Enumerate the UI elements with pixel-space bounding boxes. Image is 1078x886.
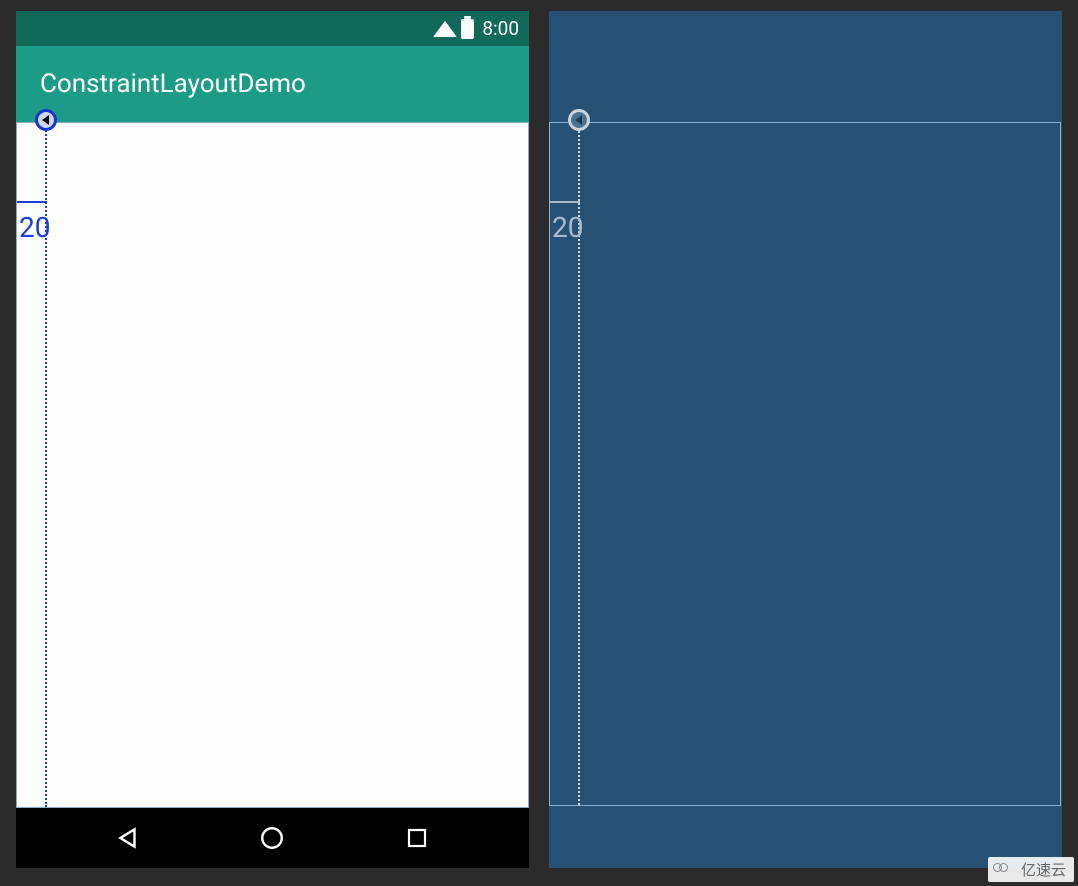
- nav-home-button[interactable]: [252, 818, 292, 858]
- nav-recent-button[interactable]: [397, 818, 437, 858]
- app-title: ConstraintLayoutDemo: [40, 69, 306, 99]
- triangle-left-icon: [41, 114, 51, 126]
- guideline-tick-blueprint: [550, 201, 580, 203]
- wifi-icon: [433, 20, 457, 36]
- guideline-tick: [17, 201, 47, 203]
- constraint-layout-canvas[interactable]: 20: [16, 122, 529, 808]
- square-recent-icon: [405, 826, 429, 850]
- triangle-left-icon: [574, 114, 584, 126]
- guideline-handle[interactable]: [35, 109, 57, 131]
- watermark-logo-icon: [996, 863, 1016, 877]
- triangle-back-icon: [115, 825, 141, 851]
- blueprint-pane[interactable]: 20: [549, 11, 1062, 868]
- guideline-handle-blueprint[interactable]: [568, 109, 590, 131]
- guideline-value: 20: [19, 211, 50, 244]
- layout-editor: 8:00 ConstraintLayoutDemo 20: [0, 0, 1078, 879]
- battery-icon: [461, 19, 474, 39]
- navigation-bar: [16, 808, 529, 868]
- status-time: 8:00: [482, 17, 519, 40]
- nav-back-button[interactable]: [108, 818, 148, 858]
- app-bar: ConstraintLayoutDemo: [16, 46, 529, 122]
- guideline-value-blueprint: 20: [552, 211, 583, 244]
- status-bar: 8:00: [16, 11, 529, 46]
- watermark: 亿速云: [988, 857, 1074, 882]
- constraint-layout-blueprint[interactable]: 20: [549, 122, 1061, 806]
- circle-home-icon: [259, 825, 285, 851]
- design-preview-pane[interactable]: 8:00 ConstraintLayoutDemo 20: [16, 11, 529, 868]
- watermark-text: 亿速云: [1021, 859, 1066, 880]
